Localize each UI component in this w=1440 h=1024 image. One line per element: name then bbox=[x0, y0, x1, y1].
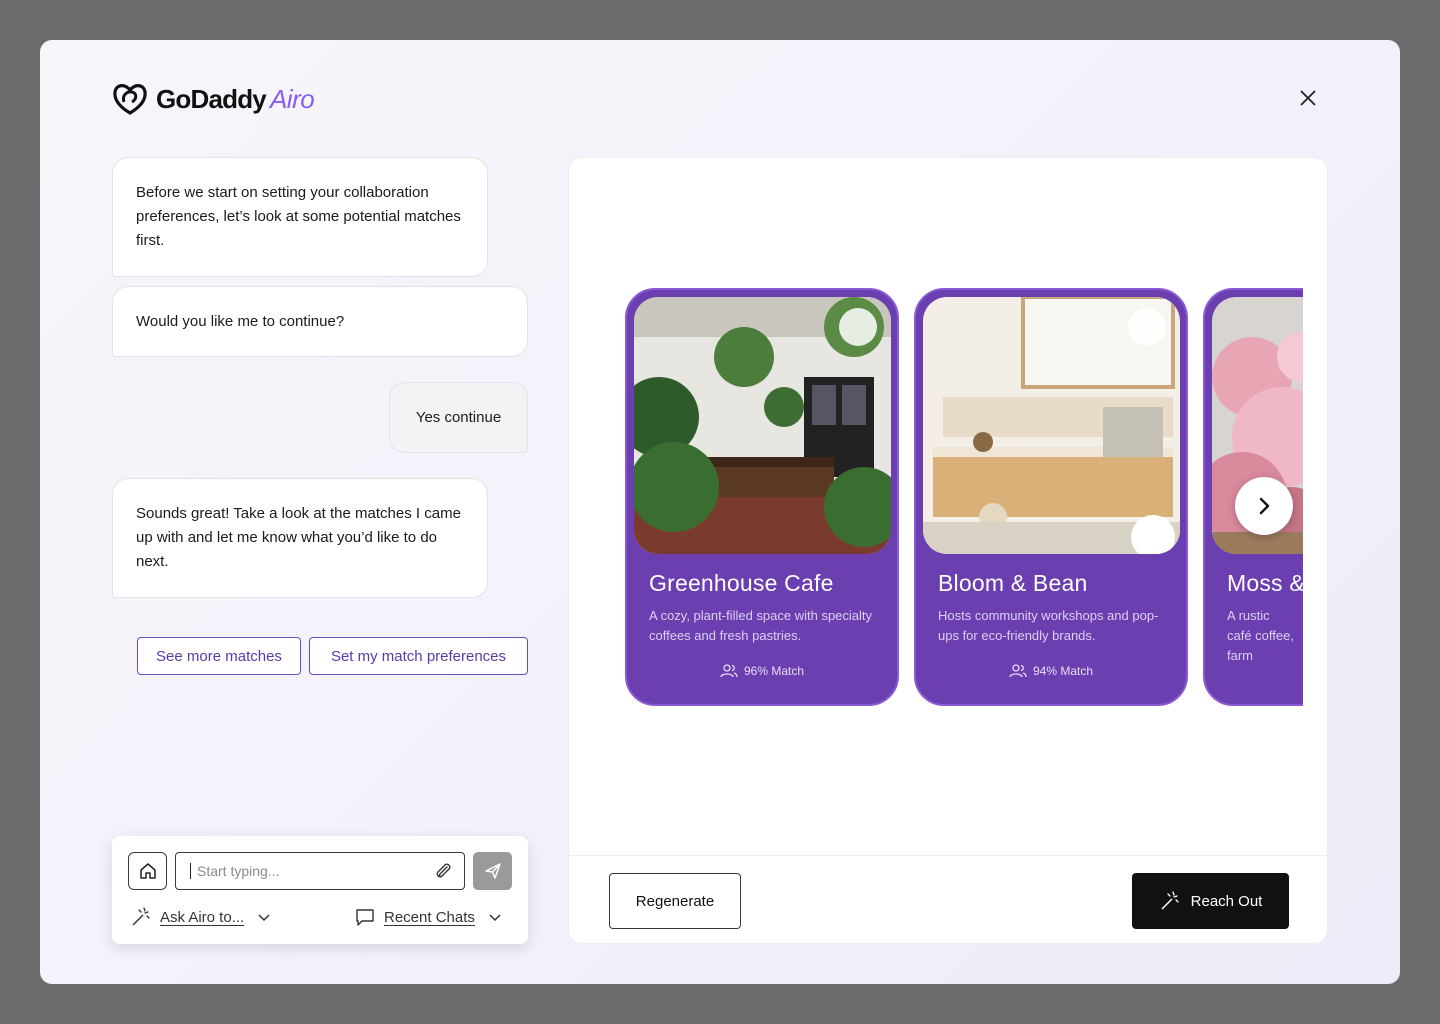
user-message: Yes continue bbox=[389, 382, 528, 453]
message-input-wrapper bbox=[175, 852, 465, 890]
paperclip-icon[interactable] bbox=[432, 860, 454, 882]
people-icon bbox=[1009, 664, 1027, 678]
match-score: 94% Match bbox=[916, 664, 1186, 678]
panel-footer: Regenerate Reach Out bbox=[569, 855, 1327, 943]
carousel-next-button[interactable] bbox=[1235, 477, 1293, 535]
match-description: Hosts community workshops and pop-ups fo… bbox=[938, 608, 1159, 643]
reach-out-button[interactable]: Reach Out bbox=[1132, 873, 1289, 929]
favorite-toggle[interactable] bbox=[1128, 308, 1166, 346]
match-percent: 94% Match bbox=[1032, 664, 1094, 678]
match-name: Bloom & Bean bbox=[938, 570, 1088, 596]
recent-chats-label: Recent Chats bbox=[384, 908, 475, 926]
see-more-matches-button[interactable]: See more matches bbox=[137, 637, 301, 675]
match-name: Moss & bbox=[1227, 570, 1303, 596]
match-card[interactable]: Bloom & Bean Hosts community workshops a… bbox=[914, 288, 1188, 706]
chat-composer: Ask Airo to... Recent Chats bbox=[112, 836, 528, 944]
match-description: A rustic café coffee, farm bbox=[1227, 608, 1294, 663]
ask-airo-dropdown[interactable]: Ask Airo to... bbox=[130, 906, 272, 928]
match-card[interactable]: Greenhouse Cafe A cozy, plant-filled spa… bbox=[625, 288, 899, 706]
chevron-down-icon bbox=[258, 914, 270, 922]
send-icon bbox=[484, 863, 501, 879]
assistant-message: Would you like me to continue? bbox=[112, 286, 528, 357]
favorite-toggle[interactable] bbox=[839, 308, 877, 346]
people-icon bbox=[720, 664, 738, 678]
match-percent: 96% Match bbox=[743, 664, 805, 678]
godaddy-heart-icon bbox=[112, 82, 148, 116]
match-description: A cozy, plant-filled space with specialt… bbox=[649, 608, 873, 643]
close-icon[interactable] bbox=[1296, 86, 1320, 110]
reach-out-label: Reach Out bbox=[1190, 892, 1263, 910]
ask-airo-label: Ask Airo to... bbox=[160, 908, 245, 926]
match-name: Greenhouse Cafe bbox=[649, 570, 834, 596]
set-match-preferences-button[interactable]: Set my match preferences bbox=[309, 637, 528, 675]
magic-wand-icon bbox=[1161, 891, 1179, 910]
regenerate-button[interactable]: Regenerate bbox=[609, 873, 741, 929]
assistant-message: Sounds great! Take a look at the matches… bbox=[112, 478, 488, 598]
airo-modal: GoDaddy Airo Before we start on setting … bbox=[40, 40, 1400, 984]
matches-carousel: Greenhouse Cafe A cozy, plant-filled spa… bbox=[625, 288, 1303, 708]
logo-wordmark: GoDaddy bbox=[156, 83, 267, 114]
chevron-down-icon bbox=[489, 914, 501, 922]
send-button[interactable] bbox=[473, 852, 512, 890]
message-input[interactable] bbox=[190, 863, 432, 879]
recent-chats-dropdown[interactable]: Recent Chats bbox=[354, 906, 503, 928]
assistant-message: Before we start on setting your collabor… bbox=[112, 157, 488, 277]
godaddy-airo-logo: GoDaddy Airo bbox=[112, 82, 315, 116]
matches-panel: Greenhouse Cafe A cozy, plant-filled spa… bbox=[568, 157, 1328, 944]
home-button[interactable] bbox=[128, 852, 167, 890]
chevron-right-icon bbox=[1259, 497, 1270, 515]
logo-airo-wordmark: Airo bbox=[269, 83, 315, 114]
magic-wand-icon bbox=[132, 907, 150, 926]
match-score: 96% Match bbox=[627, 664, 897, 678]
chat-bubble-icon bbox=[356, 909, 374, 926]
home-icon bbox=[139, 863, 156, 879]
